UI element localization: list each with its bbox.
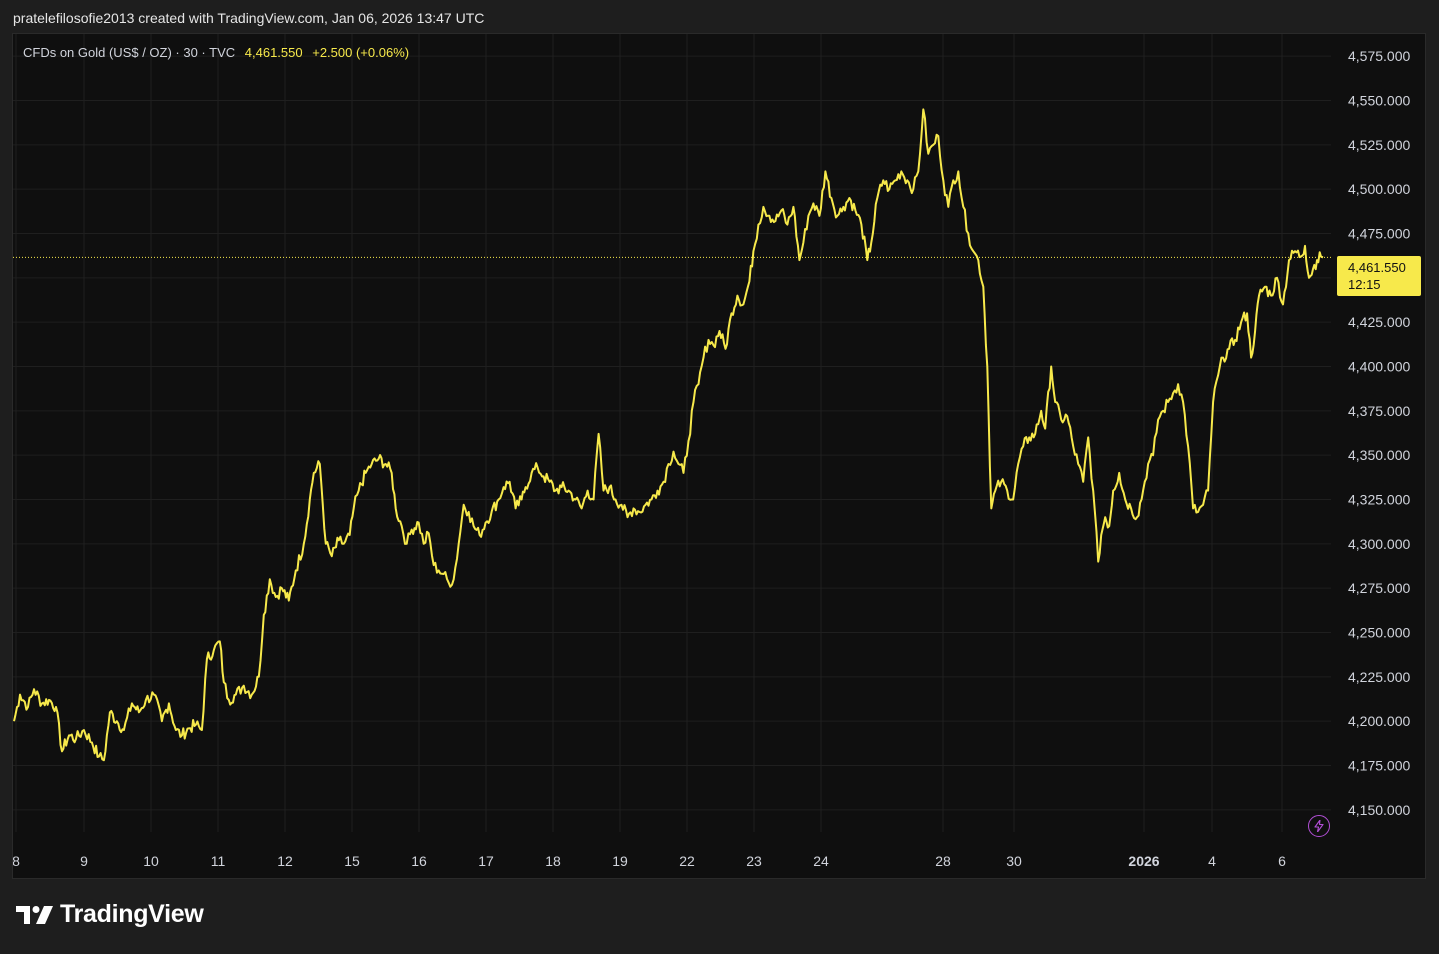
- last-price: 4,461.550: [244, 45, 303, 60]
- price-chart[interactable]: 4,575.000 4,550.000 4,525.000 4,500.000 4,47…: [13, 34, 1425, 878]
- y-tick-label: 4,575.000: [1348, 48, 1410, 64]
- x-tick-label: 10: [143, 853, 159, 869]
- x-tick-label: 30: [1006, 853, 1022, 869]
- y-tick-label: 4,425.000: [1348, 314, 1410, 330]
- last-price-tag: 4,461.550 12:15: [1337, 256, 1421, 296]
- y-tick-label: 4,350.000: [1348, 447, 1410, 463]
- chart-attribution: pratelefilosofie2013 created with Tradin…: [13, 10, 485, 26]
- y-tick-label: 4,500.000: [1348, 181, 1410, 197]
- y-tick-label: 4,525.000: [1348, 137, 1410, 153]
- x-tick-label: 24: [813, 853, 829, 869]
- x-tick-label: 19: [612, 853, 628, 869]
- y-tick-label: 4,400.000: [1348, 359, 1410, 375]
- y-tick-label: 4,250.000: [1348, 625, 1410, 641]
- tradingview-logo[interactable]: TradingView: [16, 900, 204, 929]
- y-tick-label: 4,375.000: [1348, 403, 1410, 419]
- x-tick-label: 16: [411, 853, 427, 869]
- x-tick-label: 12: [277, 853, 293, 869]
- y-tick-label: 4,225.000: [1348, 669, 1410, 685]
- symbol-legend: CFDs on Gold (US$ / OZ) · 30 · TVC 4,461…: [23, 45, 409, 60]
- x-tick-label: 4: [1208, 853, 1216, 869]
- y-tick-label: 4,150.000: [1348, 802, 1410, 818]
- tradingview-logo-icon: [16, 905, 53, 924]
- logo-text: TradingView: [60, 900, 204, 928]
- x-tick-label: 28: [935, 853, 951, 869]
- price-change: +2.500 (+0.06%): [312, 45, 410, 60]
- x-tick-label: 15: [344, 853, 360, 869]
- y-tick-label: 4,325.000: [1348, 492, 1410, 508]
- y-tick-label: 4,550.000: [1348, 93, 1410, 109]
- y-tick-label: 4,475.000: [1348, 226, 1410, 242]
- x-tick-label: 2026: [1128, 853, 1159, 869]
- y-tick-label: 4,200.000: [1348, 713, 1410, 729]
- y-tick-label: 4,275.000: [1348, 580, 1410, 596]
- x-tick-label: 11: [211, 853, 226, 869]
- x-tick-label: 6: [1278, 853, 1286, 869]
- y-tick-label: 4,300.000: [1348, 536, 1410, 552]
- symbol-title: CFDs on Gold (US$ / OZ) · 30 · TVC: [23, 45, 236, 60]
- last-price-tag-value: 4,461.550: [1348, 260, 1406, 275]
- x-tick-label: 22: [679, 853, 695, 869]
- x-tick-label: 23: [746, 853, 762, 869]
- bar-countdown: 12:15: [1348, 277, 1381, 292]
- x-tick-label: 9: [80, 853, 88, 869]
- price-line: [13, 108, 1324, 762]
- y-tick-label: 4,175.000: [1348, 758, 1410, 774]
- x-tick-label: 17: [478, 853, 494, 869]
- x-tick-label: 18: [545, 853, 561, 869]
- lightning-icon[interactable]: [1308, 815, 1330, 837]
- x-tick-label: 8: [13, 853, 20, 869]
- chart-panel[interactable]: 4,575.000 4,550.000 4,525.000 4,500.000 4,47…: [12, 33, 1426, 879]
